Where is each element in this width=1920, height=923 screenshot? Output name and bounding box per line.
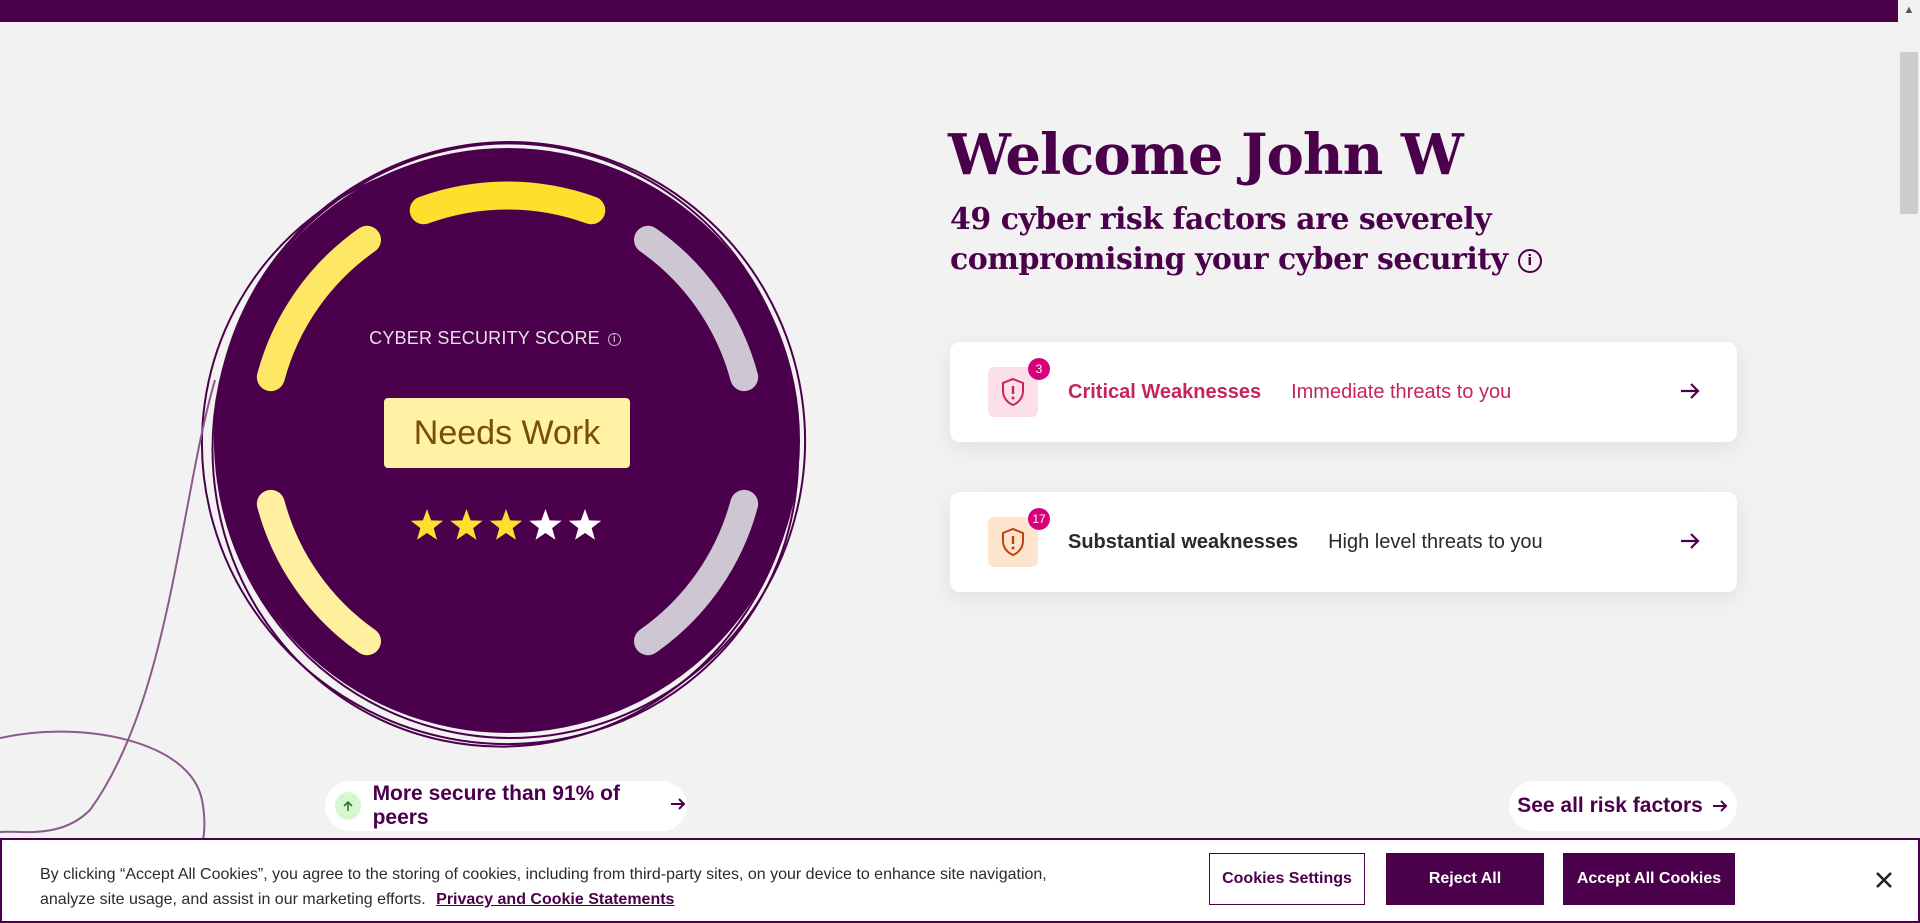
gauge-segment — [256, 225, 381, 392]
risk-summary: 49 cyber risk factors are severely compr… — [950, 200, 1710, 280]
shield-alert-icon: 17 — [988, 508, 1050, 567]
weakness-name: Substantial weaknesses — [1068, 530, 1299, 553]
score-title: CYBER SECURITY SCORE i — [330, 328, 660, 349]
cookie-text: By clicking “Accept All Cookies”, you ag… — [40, 862, 1080, 912]
star-filled-icon — [450, 509, 483, 540]
star-empty-icon — [529, 509, 562, 540]
welcome-title: Welcome John W — [948, 122, 1464, 188]
arrow-right-icon — [669, 795, 687, 818]
info-icon[interactable]: i — [607, 332, 621, 346]
see-all-risk-factors-button[interactable]: See all risk factors — [1509, 781, 1737, 831]
gauge-segment — [256, 489, 381, 656]
score-rating-badge: Needs Work — [384, 398, 630, 468]
shield-alert-icon: 3 — [988, 358, 1050, 417]
reject-all-button[interactable]: Reject All — [1386, 853, 1544, 905]
weakness-count-badge: 17 — [1028, 508, 1050, 530]
weakness-description: Immediate threats to you — [1291, 380, 1512, 403]
star-filled-icon — [410, 509, 444, 540]
substantial-weaknesses-card[interactable]: 17 Substantial weaknesses High level thr… — [950, 492, 1737, 592]
peers-label: More secure than 91% of peers — [372, 782, 620, 829]
critical-weaknesses-card[interactable]: 3 Critical Weaknesses Immediate threats … — [950, 342, 1737, 442]
arrow-up-icon — [335, 792, 361, 820]
arrow-right-icon — [1712, 800, 1728, 812]
star-filled-icon — [489, 509, 523, 540]
weakness-name: Critical Weaknesses — [1068, 380, 1262, 403]
see-all-label: See all risk factors — [1517, 794, 1703, 817]
peers-comparison-pill[interactable]: More secure than 91% of peers — [325, 781, 687, 831]
gauge-segment — [634, 225, 759, 392]
info-icon[interactable]: i — [1517, 249, 1542, 273]
accept-all-cookies-button[interactable]: Accept All Cookies — [1563, 853, 1735, 905]
star-rating — [410, 509, 602, 540]
weakness-description: High level threats to you — [1328, 530, 1543, 553]
arrow-right-icon — [1679, 380, 1701, 407]
cookies-settings-button[interactable]: Cookies Settings — [1209, 853, 1365, 905]
gauge-segment — [409, 181, 606, 225]
score-title-label: CYBER SECURITY SCORE — [369, 328, 600, 348]
gauge-segment — [634, 489, 759, 656]
privacy-link[interactable]: Privacy and Cookie Statements — [436, 891, 674, 908]
risk-summary-text: 49 cyber risk factors are severely compr… — [950, 202, 1508, 277]
close-icon[interactable] — [1872, 868, 1896, 892]
star-empty-icon — [568, 509, 602, 540]
arrow-right-icon — [1679, 530, 1701, 557]
weakness-count-badge: 3 — [1028, 358, 1050, 380]
cookie-banner: By clicking “Accept All Cookies”, you ag… — [0, 838, 1920, 923]
